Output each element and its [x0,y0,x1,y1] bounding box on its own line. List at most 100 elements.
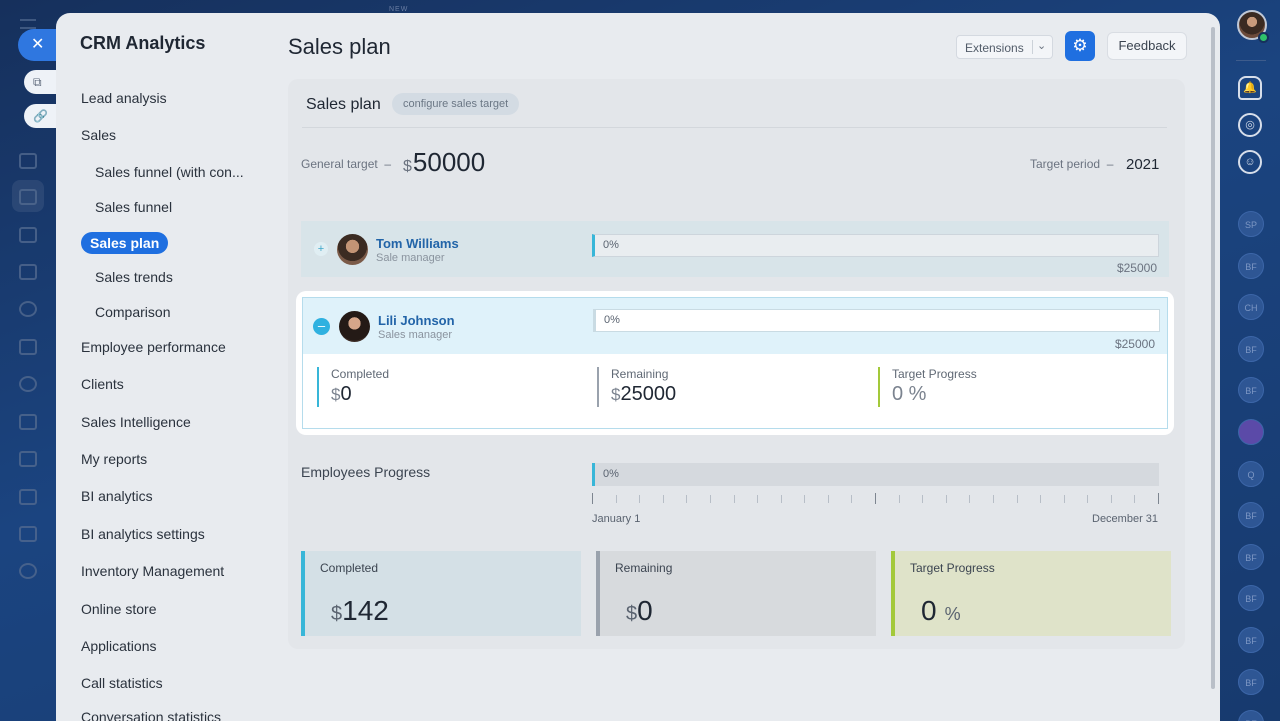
rail-target-icon[interactable] [19,301,37,317]
employee-progress-bar: 0% [592,234,1159,257]
notifications-icon[interactable]: 🔔 [1238,76,1262,100]
right-rail: 🔔 ◎ ☺ SP BF CH BF BF Q BF BF BF BF BF BF [1222,0,1280,721]
rail-chat-avatar[interactable]: BF [1238,668,1264,695]
settings-gear-button[interactable]: ⚙ [1065,31,1095,61]
timeline-tick [851,495,852,503]
sidebar-item[interactable]: Applications [81,638,157,654]
summary-progress-card: Target Progress 0% [891,551,1171,636]
sidebar-item[interactable]: Sales funnel [95,199,172,215]
timeline-tick [639,495,640,503]
rail-filter-icon[interactable] [19,189,37,205]
copy-link-button[interactable]: 🔗 [24,104,58,128]
rail-chat-avatar[interactable]: CH [1238,294,1264,321]
sidebar-item[interactable]: Sales plan [81,232,169,254]
rail-pen-icon[interactable] [19,451,37,467]
timeline-tick [734,495,735,503]
employee-row[interactable]: – Lili Johnson Sales manager 0% $25000 [303,298,1167,354]
employee-role: Sales manager [378,329,452,341]
rail-calendar-icon[interactable] [19,227,37,243]
rail-document-icon[interactable] [19,414,37,430]
rail-store-icon[interactable] [19,264,37,280]
sidebar-item[interactable]: Call statistics [81,675,163,691]
sidebar-item[interactable]: Lead analysis [81,90,167,106]
menu-icon[interactable] [20,19,36,29]
rail-chat-avatar[interactable]: BF [1238,377,1264,404]
card-title: Sales plan [306,96,381,113]
sidebar-item[interactable]: Sales trends [95,269,173,285]
sidebar-item[interactable]: Comparison [95,304,170,320]
target-progress-label: Target Progress [892,367,977,381]
rail-chat-avatar[interactable]: Q [1238,460,1264,487]
analytics-panel: CRM Analytics Lead analysis Sales Sales fu… [56,13,1220,721]
rail-chat-avatar[interactable]: BF [1238,543,1264,570]
employee-row[interactable]: + Tom Williams Sale manager 0% $25000 [301,221,1169,277]
rail-chat-avatar[interactable]: BF [1238,585,1264,612]
sidebar-item[interactable]: My reports [81,451,147,467]
sidebar-item[interactable]: Conversation statistics [81,709,221,721]
panel-scrollbar[interactable] [1211,27,1215,689]
sidebar-item[interactable]: Sales Intelligence [81,414,191,430]
timeline-tick [592,493,593,504]
close-slider-button[interactable]: ✕ [18,29,58,61]
sidebar-item[interactable]: Sales [81,127,116,143]
configure-sales-target-button[interactable]: configure sales target [392,93,520,115]
employee-completed-stat: Completed $0 [317,367,389,407]
chat-icon[interactable]: ☺ [1238,150,1262,174]
collapse-minus-icon[interactable]: – [313,318,330,335]
rail-chat-avatar[interactable]: BF [1238,252,1264,279]
timeline-tick [1040,495,1041,503]
summary-completed-value: $142 [331,595,389,626]
sidebar-item[interactable]: Online store [81,601,156,617]
sidebar-item[interactable]: BI analytics [81,488,153,504]
sidebar-item[interactable]: Sales funnel (with con... [95,164,244,180]
sidebar-item[interactable]: BI analytics settings [81,526,205,542]
rail-chat-avatar[interactable]: BF [1238,627,1264,653]
expand-plus-icon[interactable]: + [314,242,328,256]
employee-name[interactable]: Tom Williams [376,236,459,251]
gear-icon: ⚙ [1072,36,1088,55]
timeline-tick [757,495,758,503]
timeline-tick [804,495,805,503]
sidebar-item[interactable]: Employee performance [81,339,226,355]
open-new-window-button[interactable]: ⧉ [24,70,58,94]
general-target-value[interactable]: $50000 [403,147,485,178]
rail-globe-icon[interactable] [19,563,37,579]
sidebar-item[interactable]: Clients [81,376,124,392]
timeline-start-label: January 1 [592,513,641,525]
extensions-separator [1032,40,1033,54]
timeline-tick [828,495,829,503]
rail-chat-avatar[interactable]: BF [1238,710,1264,721]
summary-completed-card: Completed $142 [301,551,581,636]
rail-printer-icon[interactable] [19,526,37,542]
rail-box-icon[interactable] [19,376,37,392]
timeline-tick [993,495,994,503]
timeline-tick [1158,493,1159,504]
employees-progress-bar: 0% [592,463,1159,486]
completed-value: $0 [331,383,352,405]
employee-name[interactable]: Lili Johnson [378,313,455,328]
extensions-button[interactable]: Extensions ⌄ [956,35,1053,59]
rail-separator [1236,60,1266,61]
remaining-value: $25000 [611,383,677,405]
rail-cart-icon[interactable] [19,339,37,355]
rail-chat-avatar[interactable]: BF [1238,335,1264,362]
employee-avatar [339,311,370,342]
online-status-icon [1258,32,1269,43]
employee-highlight-box: – Lili Johnson Sales manager 0% $25000 C… [296,291,1174,435]
rail-contact-icon[interactable] [19,153,37,169]
sidebar: CRM Analytics Lead analysis Sales Sales fu… [56,13,272,721]
summary-progress-label: Target Progress [910,561,995,575]
timeline-tick [922,495,923,503]
target-period-value[interactable]: 2021 [1126,156,1159,173]
rail-chat-avatar[interactable] [1238,419,1264,445]
rail-chat-avatar[interactable]: SP [1238,211,1264,237]
rail-chart-icon[interactable] [19,489,37,505]
rail-chat-avatar[interactable]: BF [1238,502,1264,529]
new-tag: NEW [389,6,409,13]
sidebar-item[interactable]: Inventory Management [81,563,224,579]
feedback-button[interactable]: Feedback [1107,32,1187,60]
completed-label: Completed [331,367,390,381]
chevron-down-icon[interactable]: ⌄ [1037,39,1046,52]
copilot-icon[interactable]: ◎ [1238,113,1262,137]
timeline-tick [1064,495,1065,503]
